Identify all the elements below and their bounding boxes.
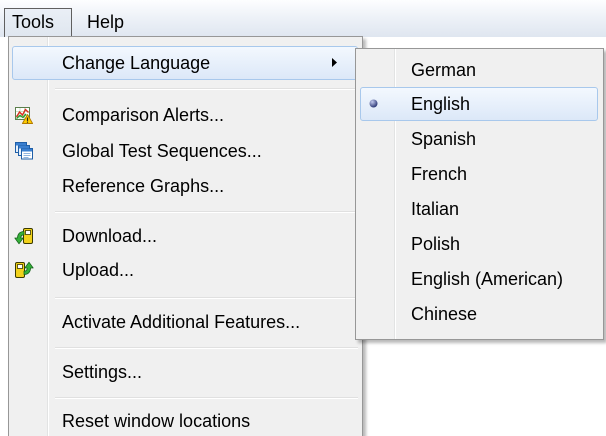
menu-item-reset-window-locations[interactable]: Reset window locations bbox=[12, 404, 358, 436]
menu-item-settings[interactable]: Settings... bbox=[12, 355, 358, 389]
radio-bullet-icon bbox=[369, 99, 378, 108]
menu-item-download[interactable]: Download... bbox=[12, 219, 358, 253]
menu-item-label: Upload... bbox=[62, 260, 135, 280]
menubar-tools[interactable]: Tools bbox=[4, 8, 72, 37]
upload-icon bbox=[14, 261, 34, 279]
download-icon bbox=[14, 227, 34, 245]
language-item-label: English (American) bbox=[411, 269, 564, 289]
menu-item-label: Global Test Sequences... bbox=[62, 141, 262, 161]
language-item-chinese[interactable]: Chinese bbox=[360, 297, 598, 331]
menu-separator bbox=[55, 88, 358, 89]
language-item-french[interactable]: French bbox=[360, 157, 598, 191]
language-item-label: German bbox=[411, 60, 477, 80]
menu-item-activate-additional-features[interactable]: Activate Additional Features... bbox=[12, 305, 358, 339]
menu-separator bbox=[55, 211, 358, 212]
menu-bar: Tools Help bbox=[0, 0, 606, 37]
language-item-label: French bbox=[411, 164, 468, 184]
menu-item-label: Reference Graphs... bbox=[62, 176, 225, 196]
language-item-polish[interactable]: Polish bbox=[360, 227, 598, 261]
language-item-english[interactable]: English bbox=[360, 87, 598, 121]
global-test-sequences-icon bbox=[15, 142, 33, 160]
menu-item-label: Reset window locations bbox=[62, 411, 251, 431]
language-item-german[interactable]: German bbox=[360, 53, 598, 87]
menu-item-label: Change Language bbox=[62, 53, 211, 73]
menubar-help[interactable]: Help bbox=[79, 8, 132, 37]
tools-menu: Change Language Comparison Alerts... Glo… bbox=[8, 36, 363, 436]
menu-item-comparison-alerts[interactable]: Comparison Alerts... bbox=[12, 98, 358, 132]
menu-separator bbox=[55, 397, 358, 398]
language-submenu: German English Spanish French Italian Po… bbox=[355, 48, 604, 340]
language-item-label: Chinese bbox=[411, 304, 478, 324]
language-item-spanish[interactable]: Spanish bbox=[360, 122, 598, 156]
comparison-alerts-icon bbox=[15, 106, 34, 124]
menu-item-upload[interactable]: Upload... bbox=[12, 253, 358, 287]
menu-item-global-test-sequences[interactable]: Global Test Sequences... bbox=[12, 134, 358, 168]
submenu-arrow-icon bbox=[332, 58, 337, 67]
menu-item-label: Settings... bbox=[62, 362, 143, 382]
menu-item-label: Download... bbox=[62, 226, 158, 246]
language-item-label: Polish bbox=[411, 234, 461, 254]
menu-item-label: Comparison Alerts... bbox=[62, 105, 225, 125]
language-item-label: English bbox=[411, 94, 471, 114]
language-item-label: Italian bbox=[411, 199, 460, 219]
language-item-italian[interactable]: Italian bbox=[360, 192, 598, 226]
menu-separator bbox=[55, 297, 358, 298]
menu-separator bbox=[55, 347, 358, 348]
menu-item-label: Activate Additional Features... bbox=[62, 312, 301, 332]
language-item-english-american[interactable]: English (American) bbox=[360, 262, 598, 296]
language-item-label: Spanish bbox=[411, 129, 477, 149]
menu-item-reference-graphs[interactable]: Reference Graphs... bbox=[12, 169, 358, 203]
menu-item-change-language[interactable]: Change Language bbox=[12, 46, 358, 80]
